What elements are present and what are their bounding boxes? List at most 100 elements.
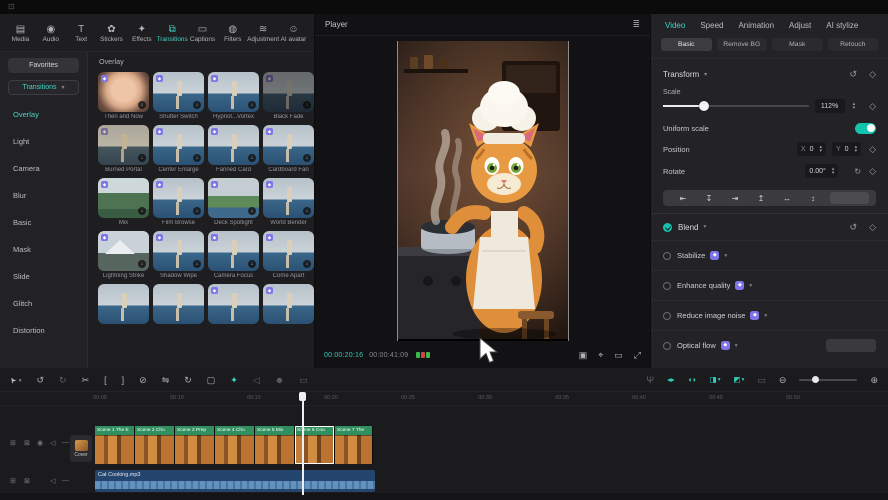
- transition-item[interactable]: ◆ ↓ Shadow Wipe: [153, 231, 204, 279]
- record-voiceover-button[interactable]: Ψ: [647, 375, 655, 385]
- optical-flow-action-button[interactable]: [826, 339, 876, 352]
- subtab-mask[interactable]: Mask: [772, 38, 823, 51]
- toolbar-item-captions[interactable]: ▭ Captions: [188, 24, 217, 43]
- transition-thumbnail[interactable]: ◆ ↓: [153, 231, 204, 271]
- category-dropdown[interactable]: Transitions ▾: [8, 80, 79, 95]
- mute-track-button[interactable]: ◁: [253, 375, 260, 385]
- zoom-in-button[interactable]: ⊕: [870, 375, 878, 385]
- transition-thumbnail[interactable]: ◆ ↓: [263, 72, 314, 112]
- clip-scene-4[interactable]: Scene 4 Cho: [215, 426, 255, 464]
- video-preview[interactable]: [397, 41, 569, 341]
- transition-thumbnail[interactable]: ◆ ↓: [263, 178, 314, 218]
- tab-speed[interactable]: Speed: [700, 21, 723, 30]
- mirror-button[interactable]: ⇋: [162, 375, 170, 385]
- uniform-scale-toggle[interactable]: [855, 123, 876, 134]
- transition-thumbnail[interactable]: ◆ ↓: [98, 231, 149, 271]
- rotate-field[interactable]: 0.00° ▴▾: [805, 164, 838, 178]
- transition-thumbnail[interactable]: ◆ ↓: [98, 178, 149, 218]
- lock-icon[interactable]: ⊠: [24, 477, 30, 485]
- sidebar-item-slide[interactable]: Slide: [0, 263, 87, 290]
- scale-slider-knob[interactable]: [699, 101, 709, 111]
- tab-animation[interactable]: Animation: [738, 21, 774, 30]
- transition-item[interactable]: ◆ ↓ Cardboard Fan: [263, 125, 314, 173]
- tab-adjust[interactable]: Adjust: [789, 21, 811, 30]
- subtab-basic[interactable]: Basic: [661, 38, 712, 51]
- toolbar-item-effects[interactable]: ✦ Effects: [127, 24, 156, 43]
- stabilize-row[interactable]: Stabilize ◆ ▾: [651, 240, 888, 270]
- transition-item[interactable]: ◆ ↓ Come Apart: [263, 231, 314, 279]
- sidebar-item-glitch[interactable]: Glitch: [0, 290, 87, 317]
- transition-item[interactable]: ◆ ↓ Hypnot...Vortex: [208, 72, 259, 120]
- transition-thumbnail[interactable]: ◆: [263, 284, 314, 324]
- keyframe-icon[interactable]: ◇: [869, 69, 876, 80]
- keyframe-icon[interactable]: ◇: [869, 222, 876, 233]
- redo-button[interactable]: ↻: [59, 375, 67, 385]
- preview-quality-icon[interactable]: ▣: [579, 350, 588, 361]
- favorites-button[interactable]: Favorites: [8, 58, 79, 73]
- player-options-icon[interactable]: ≣: [632, 19, 640, 30]
- clip-scene-1[interactable]: Scene 1 The E: [95, 426, 135, 464]
- timeline-ruler[interactable]: 00:05 00:10 00:15 00:20 00:25 00:30 00:3…: [0, 392, 888, 406]
- focus-icon[interactable]: ⌖: [598, 350, 603, 361]
- transition-item[interactable]: ◆ ↓ Lightning Strike: [98, 231, 149, 279]
- magic-tools-button[interactable]: ✦: [230, 375, 238, 385]
- transition-thumbnail[interactable]: ◆ ↓: [208, 72, 259, 112]
- sidebar-item-camera[interactable]: Camera: [0, 155, 87, 182]
- transition-thumbnail[interactable]: [98, 284, 149, 324]
- split-button[interactable]: ✂: [82, 375, 90, 385]
- enhance-quality-checkbox[interactable]: [663, 282, 671, 290]
- lock-icon[interactable]: ⊠: [24, 439, 30, 447]
- sidebar-item-light[interactable]: Light: [0, 128, 87, 155]
- clip-scene-2[interactable]: Scene 2 Cho: [135, 426, 175, 464]
- tab-video[interactable]: Video: [665, 21, 685, 30]
- clip-scene-5[interactable]: Scene 5 Mix: [255, 426, 295, 464]
- transition-item[interactable]: ◆ ↓ Shutter Switch: [153, 72, 204, 120]
- optical-flow-row[interactable]: Optical flow ◆ ▾: [651, 330, 888, 360]
- toolbar-item-transitions[interactable]: ⧉ Transitions: [158, 24, 187, 43]
- transition-item[interactable]: ◆ ↓ Fanned Card: [208, 125, 259, 173]
- align-middle-v-icon[interactable]: ↕: [800, 194, 826, 203]
- transition-item[interactable]: ◆ ↓ Deck Spotlight: [208, 178, 259, 226]
- link-clips-button[interactable]: ◖◗: [688, 375, 697, 384]
- timeline-zoom-slider[interactable]: [799, 379, 857, 381]
- graph-tool-button[interactable]: ▭: [299, 375, 308, 385]
- reset-icon[interactable]: ↺: [850, 69, 858, 80]
- stepper-down-icon[interactable]: ▾: [853, 106, 856, 111]
- transition-thumbnail[interactable]: [153, 284, 204, 324]
- keyframe-icon[interactable]: ◇: [869, 144, 876, 155]
- subtab-retouch[interactable]: Retouch: [828, 38, 879, 51]
- toolbar-item-text[interactable]: T Text: [67, 24, 96, 43]
- split-options-button[interactable]: ◨▾: [710, 375, 721, 384]
- optical-flow-checkbox[interactable]: [663, 342, 671, 350]
- transition-thumbnail[interactable]: ◆ ↓: [208, 125, 259, 165]
- eye-icon[interactable]: ◉: [37, 439, 43, 447]
- rotate-clip-button[interactable]: ↻: [184, 375, 192, 385]
- transition-thumbnail[interactable]: ◆ ↓: [263, 231, 314, 271]
- scale-stepper[interactable]: ▴ ▾: [853, 102, 856, 111]
- transition-thumbnail[interactable]: ◆ ↓: [98, 72, 149, 112]
- transition-thumbnail[interactable]: ◆ ↓: [98, 125, 149, 165]
- transition-thumbnail[interactable]: ◆ ↓: [153, 72, 204, 112]
- keyframe-icon[interactable]: ◇: [869, 101, 876, 112]
- subtab-remove-bg[interactable]: Remove BG: [717, 38, 768, 51]
- align-top-icon[interactable]: ↥: [748, 194, 774, 203]
- toolbar-item-stickers[interactable]: ✿ Stickers: [97, 24, 126, 43]
- transition-thumbnail[interactable]: ◆ ↓: [208, 231, 259, 271]
- scale-slider[interactable]: [663, 105, 809, 107]
- align-bottom-icon[interactable]: ↧: [696, 194, 722, 203]
- zoom-slider-knob[interactable]: [812, 376, 819, 383]
- avatar-tool-button[interactable]: ☻: [275, 375, 284, 385]
- undo-button[interactable]: ↺: [36, 375, 44, 385]
- cover-button[interactable]: Cover: [70, 435, 92, 462]
- clip-scene-6-selected[interactable]: Scene 6 Coo: [295, 426, 335, 464]
- delete-button[interactable]: ⊘: [139, 375, 147, 385]
- speaker-icon[interactable]: ◁: [50, 477, 55, 485]
- transition-thumbnail[interactable]: ◆ ↓: [263, 125, 314, 165]
- transition-item[interactable]: [153, 284, 204, 324]
- align-right-icon[interactable]: ⇥: [722, 194, 748, 203]
- transition-item[interactable]: ◆: [263, 284, 314, 324]
- position-y-stepper[interactable]: ▴▾: [855, 145, 858, 154]
- playhead-line[interactable]: [302, 392, 304, 495]
- transition-item[interactable]: ◆ ↓ Film Browse: [153, 178, 204, 226]
- toolbar-item-adjustment[interactable]: ≋ Adjustment: [249, 24, 278, 43]
